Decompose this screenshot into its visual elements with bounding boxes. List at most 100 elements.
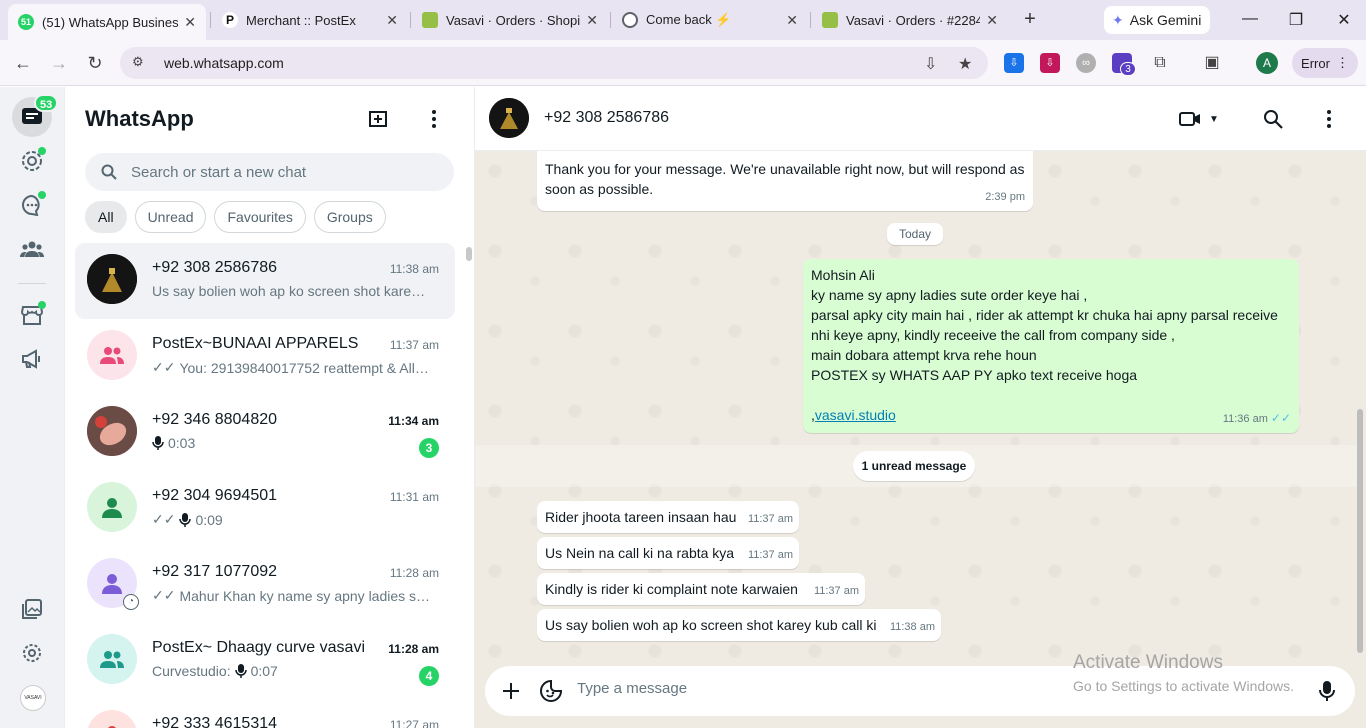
close-window-icon[interactable]: ✕	[1334, 10, 1354, 30]
message-time: 11:38 am	[889, 621, 935, 633]
profile-avatar[interactable]: VASAVI	[20, 685, 46, 711]
communities-nav-icon[interactable]	[18, 235, 46, 263]
message-line: main dobara attempt krva rehe houn	[811, 347, 1037, 363]
chat-preview: ✓✓ 0:09	[152, 511, 432, 528]
menu-more-icon[interactable]	[422, 107, 446, 131]
close-tab-icon[interactable]: ✕	[586, 12, 598, 29]
media-gallery-icon[interactable]	[18, 595, 46, 623]
postex-favicon-icon: P	[222, 12, 238, 28]
contact-avatar	[87, 406, 137, 456]
chat-row[interactable]: PostEx~BUNAAI APPARELS 11:37 am ✓✓ You: 2…	[75, 319, 455, 395]
double-check-icon: ✓✓	[152, 359, 176, 375]
close-tab-icon[interactable]: ✕	[786, 12, 798, 29]
restore-window-icon[interactable]: ❐	[1286, 10, 1306, 30]
chat-time: 11:38 am	[389, 262, 439, 276]
tab-postex[interactable]: P Merchant :: PostEx ✕	[212, 4, 408, 36]
close-tab-icon[interactable]: ✕	[386, 12, 398, 29]
chat-time: 11:31 am	[389, 490, 439, 504]
error-button[interactable]: Error ⋮	[1292, 48, 1358, 78]
message-link-line: ,vasavi.studio	[811, 405, 1291, 425]
message-line: Mohsin Ali	[811, 267, 875, 283]
search-input[interactable]	[131, 163, 431, 181]
new-tab-button[interactable]: +	[1018, 8, 1042, 32]
tab-divider	[610, 12, 611, 28]
new-chat-icon[interactable]	[366, 107, 390, 131]
tab-whatsapp[interactable]: 51 (51) WhatsApp Business ✕	[8, 4, 206, 40]
chat-row[interactable]: +92 308 2586786 11:38 am Us say bolien w…	[75, 243, 455, 319]
profile-avatar[interactable]: A	[1256, 52, 1278, 74]
link-extension-icon[interactable]: ∞	[1076, 53, 1096, 73]
voice-duration: 0:09	[195, 511, 223, 528]
back-arrow-icon[interactable]: ←	[12, 52, 34, 74]
puzzle-extensions-icon[interactable]: ⧉	[1150, 53, 1170, 73]
filter-favourites[interactable]: Favourites	[214, 201, 306, 233]
video-call-button[interactable]: ▼	[1179, 107, 1219, 131]
tab-search-icon[interactable]: ▣	[1202, 53, 1222, 73]
contact-avatar[interactable]	[489, 98, 529, 138]
site-settings-icon[interactable]: ⚙	[132, 54, 150, 72]
filter-all[interactable]: All	[85, 201, 127, 233]
chat-name: +92 333 4615314	[152, 715, 278, 728]
chat-preview: 0:03	[152, 435, 432, 451]
browser-tab-strip: 51 (51) WhatsApp Business ✕ P Merchant :…	[0, 0, 1366, 40]
forward-arrow-icon[interactable]: →	[48, 52, 70, 74]
chat-row[interactable]: +92 346 8804820 11:34 am 0:03 3	[75, 395, 455, 471]
status-nav-icon[interactable]	[18, 147, 46, 175]
tab-shopify-orders[interactable]: Vasavi · Orders · Shopify ✕	[412, 4, 608, 36]
tab-title: Merchant :: PostEx	[246, 12, 356, 28]
reload-icon[interactable]: ↻	[84, 52, 106, 74]
channels-nav-icon[interactable]	[18, 191, 46, 219]
double-check-icon: ✓✓	[152, 587, 176, 603]
emoji-sticker-icon[interactable]	[539, 679, 563, 703]
sender-prefix: Curvestudio:	[152, 663, 231, 679]
download-extension-icon[interactable]: ⇩	[1004, 53, 1024, 73]
globe-icon	[622, 12, 638, 28]
nav-rail: 53 VASAVI	[0, 87, 65, 728]
group-avatar-icon	[87, 634, 137, 684]
website-link[interactable]: vasavi.studio	[815, 407, 896, 423]
message-scrollbar[interactable]	[1357, 409, 1363, 653]
chat-row[interactable]: +92 304 9694501 11:31 am ✓✓ 0:09	[75, 471, 455, 547]
video-downloader-extension-icon[interactable]: ⇩	[1040, 53, 1060, 73]
close-tab-icon[interactable]: ✕	[184, 14, 196, 31]
message-composer	[485, 666, 1355, 716]
unread-count-badge: 3	[419, 438, 439, 458]
extension-badge: 3	[1120, 62, 1136, 76]
install-app-icon[interactable]: ⇩	[924, 54, 937, 74]
close-tab-icon[interactable]: ✕	[986, 12, 998, 29]
conversation-header: +92 308 2586786 ▼	[475, 87, 1366, 151]
bookmark-star-icon[interactable]: ★	[958, 54, 972, 74]
chat-list-scrollbar[interactable]	[466, 247, 472, 261]
contact-name[interactable]: +92 308 2586786	[544, 109, 669, 127]
date-divider: Today	[887, 223, 943, 245]
whatsapp-favicon-icon: 51	[18, 14, 34, 30]
settings-gear-icon[interactable]	[18, 639, 46, 667]
business-tools-store-icon[interactable]	[18, 301, 46, 329]
chat-name: +92 317 1077092	[152, 563, 278, 580]
url-text: web.whatsapp.com	[164, 55, 284, 71]
tab-come-back[interactable]: Come back ⚡ ✕	[612, 4, 808, 36]
chat-search-box[interactable]	[85, 153, 454, 191]
address-bar[interactable]: ⚙ web.whatsapp.com ⇩ ★	[120, 47, 988, 79]
search-messages-button[interactable]	[1263, 107, 1283, 131]
message-time: 11:37 am	[747, 513, 793, 525]
message-text: Us Nein na call ki na rabta kya	[545, 545, 735, 561]
filter-groups[interactable]: Groups	[313, 201, 386, 233]
rail-divider	[18, 283, 46, 284]
filter-unread[interactable]: Unread	[134, 201, 207, 233]
advertise-megaphone-icon[interactable]	[18, 345, 46, 373]
voice-message-microphone-icon[interactable]	[1315, 679, 1339, 703]
minimize-window-icon[interactable]: —	[1240, 10, 1260, 28]
chat-row[interactable]: +92 333 4615314 11:27 am	[75, 699, 455, 728]
group-avatar-icon	[87, 330, 137, 380]
contact-avatar	[87, 254, 137, 304]
attach-plus-icon[interactable]	[499, 679, 523, 703]
conversation-menu-icon[interactable]	[1326, 107, 1332, 131]
chat-row[interactable]: ◔ +92 317 1077092 11:28 am ✓✓ Mahur Khan …	[75, 547, 455, 623]
ask-gemini-label: Ask Gemini	[1129, 12, 1202, 28]
ask-gemini-button[interactable]: ✦ Ask Gemini	[1104, 6, 1210, 34]
chat-row[interactable]: PostEx~ Dhaagy curve vasavi 11:28 am Cur…	[75, 623, 455, 699]
tab-shopify-order-detail[interactable]: Vasavi · Orders · #22843 ✕	[812, 4, 1008, 36]
incoming-message: Us say bolien woh ap ko screen shot kare…	[537, 609, 941, 641]
message-input[interactable]	[577, 680, 1137, 697]
